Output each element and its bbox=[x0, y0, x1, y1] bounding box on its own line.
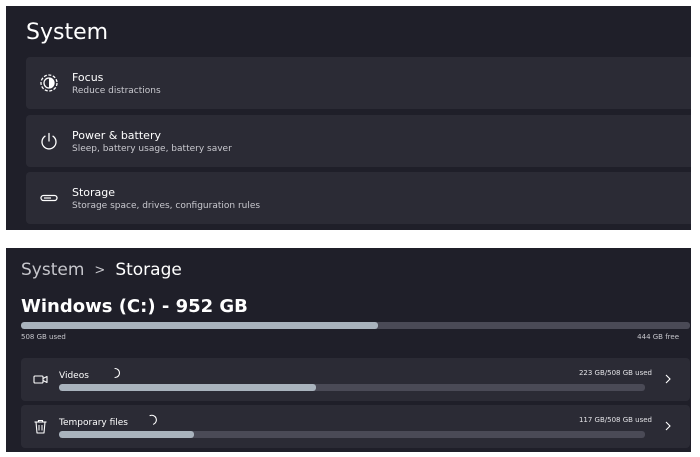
storage-category-videos[interactable]: Videos 223 GB/508 GB used bbox=[21, 358, 690, 401]
settings-item-power-battery[interactable]: Power & battery Sleep, battery usage, ba… bbox=[26, 115, 691, 167]
settings-item-title: Storage bbox=[72, 186, 116, 199]
drive-usage-fill bbox=[21, 322, 379, 329]
trash-icon bbox=[32, 418, 49, 435]
category-label: Videos bbox=[59, 371, 89, 381]
chevron-right-icon[interactable] bbox=[664, 374, 672, 384]
storage-category-temporary-files[interactable]: Temporary files 117 GB/508 GB used bbox=[21, 405, 690, 448]
settings-item-storage[interactable]: Storage Storage space, drives, configura… bbox=[26, 172, 691, 224]
breadcrumb: System > Storage bbox=[21, 260, 182, 280]
storage-drive-icon bbox=[38, 187, 60, 209]
breadcrumb-parent-system[interactable]: System bbox=[21, 260, 84, 280]
drive-used-label: 508 GB used bbox=[21, 333, 66, 341]
video-camera-icon bbox=[32, 371, 49, 388]
settings-item-subtitle: Sleep, battery usage, battery saver bbox=[72, 144, 232, 154]
settings-item-title: Power & battery bbox=[72, 129, 161, 142]
category-usage-bar bbox=[59, 384, 645, 391]
settings-item-subtitle: Storage space, drives, configuration rul… bbox=[72, 201, 261, 211]
category-label: Temporary files bbox=[59, 418, 128, 428]
breadcrumb-separator: > bbox=[94, 262, 106, 278]
category-usage-fill bbox=[59, 384, 317, 391]
storage-panel: System > Storage Windows (C:) - 952 GB 5… bbox=[6, 248, 691, 452]
settings-item-title: Focus bbox=[72, 71, 104, 84]
settings-item-subtitle: Reduce distractions bbox=[72, 86, 161, 96]
drive-title: Windows (C:) - 952 GB bbox=[21, 296, 248, 317]
focus-icon bbox=[38, 72, 60, 94]
category-usage: 117 GB/508 GB used bbox=[578, 416, 652, 424]
drive-usage-bar bbox=[21, 322, 690, 329]
settings-item-focus[interactable]: Focus Reduce distractions bbox=[26, 57, 691, 109]
category-usage-fill bbox=[59, 431, 194, 438]
category-usage-bar bbox=[59, 431, 645, 438]
category-usage: 223 GB/508 GB used bbox=[578, 369, 652, 377]
drive-free-label: 444 GB free bbox=[637, 333, 679, 341]
chevron-right-icon[interactable] bbox=[664, 421, 672, 431]
system-settings-panel: System Focus Reduce distractions Power &… bbox=[6, 6, 691, 230]
power-icon bbox=[38, 130, 60, 152]
loading-spinner-icon bbox=[114, 367, 121, 379]
breadcrumb-current: Storage bbox=[115, 260, 182, 280]
page-title: System bbox=[26, 20, 109, 45]
loading-spinner-icon bbox=[149, 414, 157, 425]
